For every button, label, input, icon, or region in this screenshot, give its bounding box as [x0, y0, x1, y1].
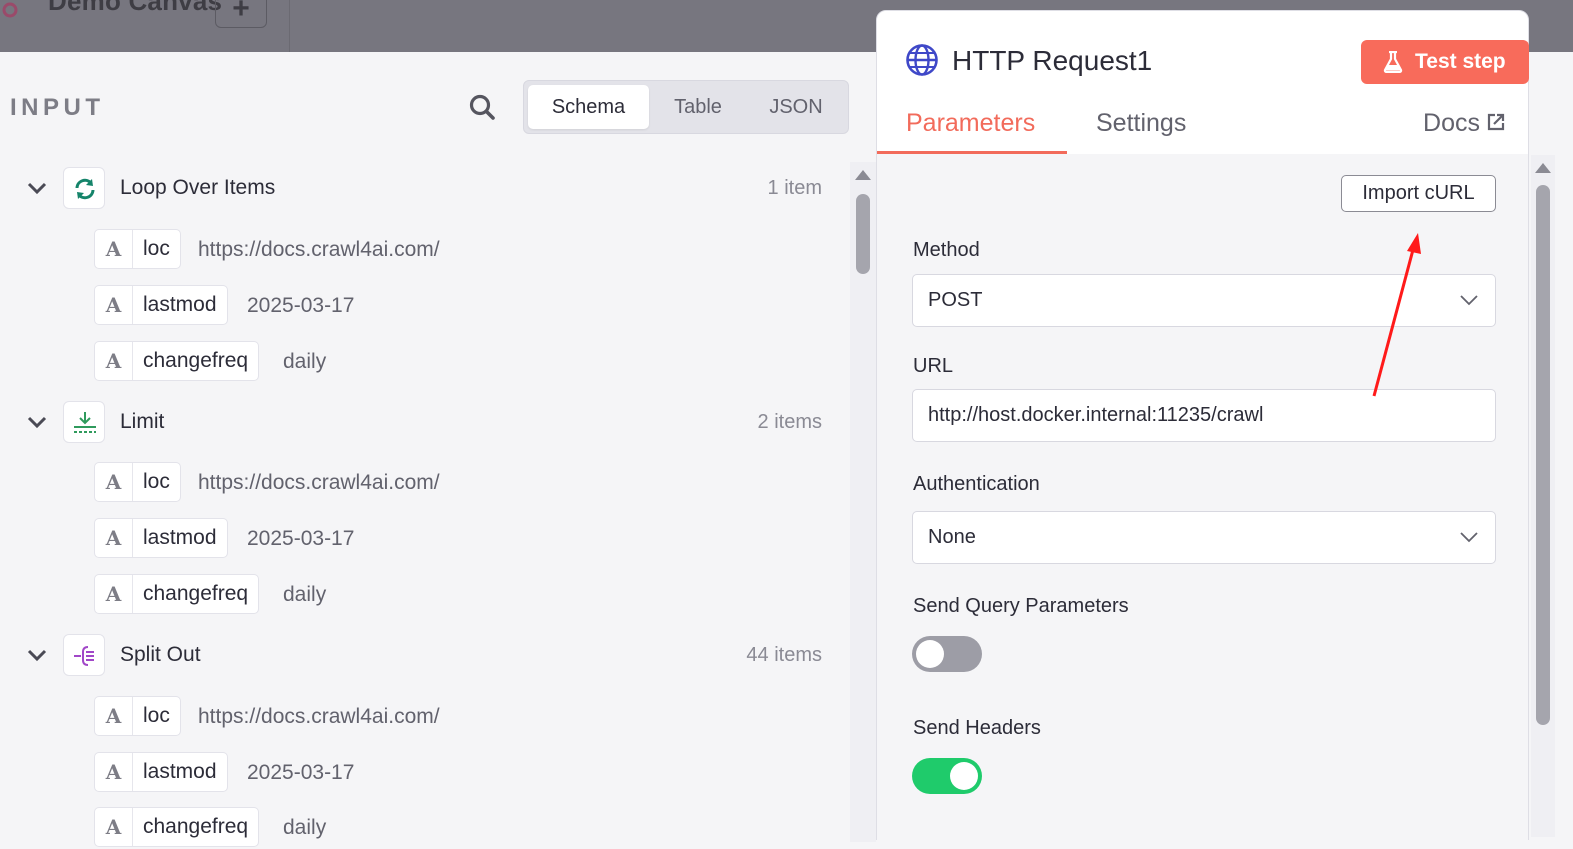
parameters-form: Import cURL Method POST URL http://host.… [877, 154, 1528, 841]
field-value: 2025-03-17 [247, 294, 355, 317]
string-type-icon: A [95, 230, 133, 268]
node-item-count: 44 items [746, 644, 822, 666]
field-value: daily [283, 816, 327, 839]
canvas-name[interactable]: Demo Canvas [48, 0, 222, 17]
string-type-icon: A [95, 519, 133, 557]
field-pill: Alastmod [94, 518, 228, 558]
string-type-icon: A [95, 575, 133, 613]
field-name: loc [143, 237, 170, 260]
scrollbar-thumb[interactable] [1536, 185, 1550, 725]
tab-table[interactable]: Table [652, 85, 744, 129]
chevron-down-icon [1460, 295, 1478, 306]
field-name: loc [143, 704, 170, 727]
tab-parameters[interactable]: Parameters [906, 109, 1035, 138]
node-details-panel: HTTP Request1 Test step Parameters Setti… [876, 10, 1529, 841]
field-value: https://docs.crawl4ai.com/ [198, 238, 440, 261]
node-name: Loop Over Items [120, 176, 276, 199]
string-type-icon: A [95, 342, 133, 380]
node-row-split-out[interactable]: Split Out 44 items [0, 632, 840, 678]
field-value: daily [283, 350, 327, 373]
field-name: changefreq [143, 349, 249, 372]
node-row-loop-over-items[interactable]: Loop Over Items 1 item [0, 165, 840, 211]
field-pill: Alastmod [94, 752, 228, 792]
method-value: POST [928, 289, 983, 311]
tab-schema[interactable]: Schema [528, 85, 649, 129]
search-icon[interactable] [467, 92, 497, 122]
node-item-count: 2 items [757, 411, 822, 433]
field-value: daily [283, 583, 327, 606]
field-value: https://docs.crawl4ai.com/ [198, 471, 440, 494]
limit-icon [63, 401, 105, 443]
node-row-limit[interactable]: Limit 2 items [0, 399, 840, 445]
parameters-scrollbar[interactable] [1531, 155, 1555, 837]
authentication-select[interactable]: None [912, 511, 1496, 564]
test-step-button[interactable]: Test step [1361, 40, 1529, 84]
test-step-label: Test step [1415, 50, 1506, 73]
node-item-count: 1 item [767, 177, 822, 199]
add-button[interactable]: + [215, 0, 267, 28]
header-divider [289, 0, 290, 52]
send-query-label: Send Query Parameters [913, 595, 1129, 617]
field-value: https://docs.crawl4ai.com/ [198, 705, 440, 728]
field-name: lastmod [143, 760, 217, 783]
import-curl-button[interactable]: Import cURL [1341, 175, 1496, 212]
tab-settings[interactable]: Settings [1096, 109, 1186, 138]
field-pill: Aloc [94, 696, 181, 736]
authentication-label: Authentication [913, 473, 1040, 495]
external-link-icon [1487, 114, 1505, 131]
field-pill: Aloc [94, 229, 181, 269]
field-pill: Aloc [94, 462, 181, 502]
field-value: 2025-03-17 [247, 761, 355, 784]
docs-label: Docs [1423, 109, 1480, 137]
field-pill: Achangefreq [94, 341, 260, 381]
scroll-up-icon[interactable] [1535, 163, 1551, 173]
globe-icon [906, 44, 938, 76]
view-mode-tabs: Schema Table JSON [523, 80, 849, 134]
split-out-icon [63, 634, 105, 676]
chevron-down-icon[interactable] [26, 644, 48, 666]
string-type-icon: A [95, 463, 133, 501]
method-label: Method [913, 239, 980, 261]
field-name: changefreq [143, 582, 249, 605]
tab-json[interactable]: JSON [746, 85, 846, 129]
chevron-down-icon[interactable] [26, 177, 48, 199]
chevron-down-icon [1460, 532, 1478, 543]
method-select[interactable]: POST [912, 274, 1496, 327]
field-name: loc [143, 470, 170, 493]
flask-icon [1383, 51, 1403, 73]
node-name: Limit [120, 410, 165, 433]
toggle-knob [916, 640, 944, 668]
scroll-up-icon[interactable] [855, 170, 871, 180]
string-type-icon: A [95, 753, 133, 791]
toggle-knob [950, 762, 978, 790]
field-name: lastmod [143, 293, 217, 316]
string-type-icon: A [95, 286, 133, 324]
field-pill: Achangefreq [94, 574, 260, 614]
input-panel: INPUT Schema Table JSON Loop Over Items … [0, 52, 876, 847]
chevron-down-icon[interactable] [26, 411, 48, 433]
field-value: 2025-03-17 [247, 527, 355, 550]
send-headers-toggle[interactable] [912, 758, 982, 794]
loop-icon [63, 167, 105, 209]
node-title[interactable]: HTTP Request1 [952, 45, 1152, 77]
field-pill: Alastmod [94, 285, 228, 325]
docs-link[interactable]: Docs [1423, 109, 1506, 138]
field-pill: Achangefreq [94, 807, 260, 847]
field-name: changefreq [143, 815, 249, 838]
url-label: URL [913, 355, 954, 377]
send-query-toggle[interactable] [912, 636, 982, 672]
send-headers-label: Send Headers [913, 717, 1041, 739]
input-title: INPUT [10, 94, 105, 121]
authentication-value: None [928, 526, 976, 548]
panel-header: HTTP Request1 Test step Parameters Setti… [877, 11, 1529, 154]
workflow-icon [2, 2, 18, 18]
field-name: lastmod [143, 526, 217, 549]
string-type-icon: A [95, 808, 133, 846]
string-type-icon: A [95, 697, 133, 735]
input-scrollbar[interactable] [850, 162, 876, 842]
node-name: Split Out [120, 643, 201, 666]
url-input[interactable]: http://host.docker.internal:11235/crawl [912, 389, 1496, 442]
scrollbar-thumb[interactable] [856, 194, 870, 274]
